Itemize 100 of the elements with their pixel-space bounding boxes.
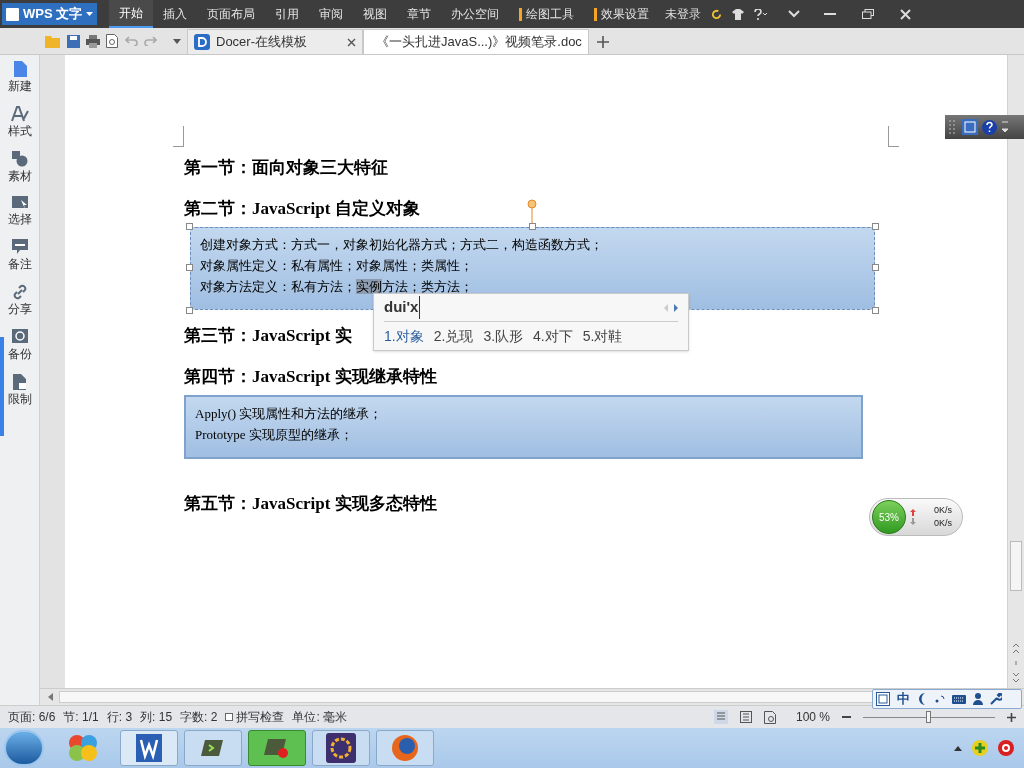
gear-icon [326, 733, 356, 763]
menu-arrow-icon[interactable] [1001, 120, 1009, 134]
minimize-icon[interactable] [824, 12, 837, 16]
collapse-icon[interactable] [788, 10, 801, 18]
document-tab[interactable]: 《一头扎进JavaS...)》视频笔录.doc [363, 29, 589, 54]
close-icon[interactable] [347, 37, 356, 47]
ime-candidate[interactable]: 4.对下 [533, 325, 573, 347]
caret-icon [86, 12, 94, 16]
help-icon[interactable] [754, 8, 769, 20]
scroll-thumb[interactable] [1010, 541, 1022, 591]
resize-handle[interactable] [872, 223, 879, 230]
section-heading: 第一节：面向对象三大特征 [184, 157, 388, 179]
status-text: 行: 3 [106, 709, 133, 726]
menu-tab[interactable]: 页面布局 [197, 0, 266, 28]
web-view-icon[interactable] [763, 710, 776, 724]
grip-icon[interactable] [948, 120, 958, 134]
capture-icon[interactable] [876, 692, 890, 706]
print-icon[interactable] [86, 34, 100, 48]
sidebar-item[interactable]: 选择 [7, 196, 32, 226]
dropdown-icon[interactable] [173, 38, 181, 44]
start-button[interactable] [4, 730, 44, 766]
document-icon [12, 61, 27, 77]
margin-corner-mark [173, 126, 184, 147]
print-preview-icon[interactable] [106, 34, 119, 48]
app-menu-button[interactable]: WPS 文字 [2, 3, 98, 25]
margin-corner-mark [888, 126, 899, 147]
sidebar-item[interactable]: 素材 [7, 151, 32, 183]
help-icon[interactable] [982, 119, 997, 135]
vertical-scrollbar[interactable] [1007, 55, 1024, 688]
sidebar-item[interactable]: 限制 [7, 374, 32, 406]
input-mode-toggle[interactable]: 中 [897, 689, 910, 709]
recorder-taskbar-button[interactable] [248, 730, 306, 766]
sidebar-item[interactable]: 新建 [7, 61, 32, 93]
menu-tab[interactable]: 审阅 [309, 0, 354, 28]
menu-tab[interactable]: 插入 [153, 0, 198, 28]
scroll-left-icon[interactable] [48, 693, 53, 701]
status-text: 字数: 2 [180, 709, 218, 726]
tray-arrow-icon[interactable] [954, 745, 962, 751]
user-icon[interactable] [973, 693, 983, 705]
keyboard-icon[interactable] [952, 694, 966, 704]
sidebar-item[interactable]: 样式 [7, 106, 32, 138]
document-tab[interactable]: Docer-在线模板 [187, 29, 363, 54]
checkbox[interactable] [225, 713, 234, 721]
add-tab-icon[interactable] [597, 35, 609, 48]
plus-badge-icon[interactable] [972, 740, 988, 756]
panel-handle[interactable] [0, 337, 4, 436]
text-line: Apply() 实现属性和方法的继承； [195, 405, 383, 423]
browser-taskbar-button[interactable] [376, 730, 434, 766]
logo-icon [6, 7, 19, 21]
rotate-handle[interactable] [527, 199, 537, 223]
refresh-icon[interactable] [711, 8, 723, 20]
page-nav-icon[interactable] [1012, 643, 1020, 683]
section-heading: 第二节：JavaScript 自定义对象 [184, 198, 420, 220]
menu-tab[interactable]: 效果设置 [584, 0, 660, 28]
menu-tab[interactable]: 绘图工具 [509, 0, 585, 28]
memory-gauge: 53% [872, 500, 906, 534]
login-link[interactable]: 未登录 [665, 5, 702, 23]
menu-tab[interactable]: 引用 [265, 0, 310, 28]
sidebar-item[interactable]: 分享 [7, 284, 32, 316]
menu-tab[interactable]: 办公空间 [441, 0, 510, 28]
resize-handle[interactable] [872, 264, 879, 271]
text-box[interactable]: Apply() 实现属性和方法的继承； Prototype 实现原型的继承； [184, 395, 863, 459]
resize-handle[interactable] [186, 264, 193, 271]
shirt-icon[interactable] [732, 8, 745, 20]
text-line: Prototype 实现原型的继承； [195, 426, 353, 444]
link-icon [11, 284, 28, 300]
colorful-app-icon[interactable] [66, 732, 100, 764]
ime-candidate[interactable]: 5.对鞋 [582, 325, 623, 347]
punctuation-icon[interactable] [935, 695, 945, 703]
ime-candidate[interactable]: 1.对象 [384, 325, 424, 347]
restore-icon[interactable] [862, 9, 875, 19]
zoom-in-icon[interactable] [1007, 712, 1016, 722]
menu-tab[interactable]: 视图 [353, 0, 398, 28]
context-marker-icon [519, 7, 523, 21]
wps-taskbar-button[interactable] [120, 730, 178, 766]
sidebar-item[interactable]: 备注 [7, 239, 32, 271]
resize-handle[interactable] [186, 307, 193, 314]
resize-handle[interactable] [186, 223, 193, 230]
ime-candidate[interactable]: 2.兑现 [433, 325, 474, 347]
sidebar-item[interactable]: 备份 [7, 329, 32, 361]
resize-handle[interactable] [529, 223, 536, 230]
backup-icon [11, 329, 28, 345]
menu-tab[interactable]: 章节 [397, 0, 442, 28]
download-arrow-icon [910, 518, 916, 525]
wrench-icon[interactable] [990, 693, 1002, 705]
save-icon[interactable] [67, 34, 80, 48]
upload-arrow-icon [910, 509, 916, 516]
ide-taskbar-button[interactable] [312, 730, 370, 766]
ime-candidate[interactable]: 3.队形 [483, 325, 524, 347]
page-arrows-icon[interactable] [664, 303, 678, 312]
select-icon [11, 196, 28, 210]
terminal-taskbar-button[interactable] [184, 730, 242, 766]
outline-view-icon[interactable] [739, 711, 752, 723]
resize-handle[interactable] [872, 307, 879, 314]
slider-thumb[interactable] [926, 711, 931, 723]
tray-app-icon[interactable] [998, 740, 1014, 756]
zoom-slider[interactable] [863, 711, 995, 723]
w-logo-icon [136, 734, 162, 762]
spellcheck-toggle[interactable]: 拼写检查 [225, 708, 285, 726]
menu-tab[interactable]: 开始 [109, 0, 154, 28]
